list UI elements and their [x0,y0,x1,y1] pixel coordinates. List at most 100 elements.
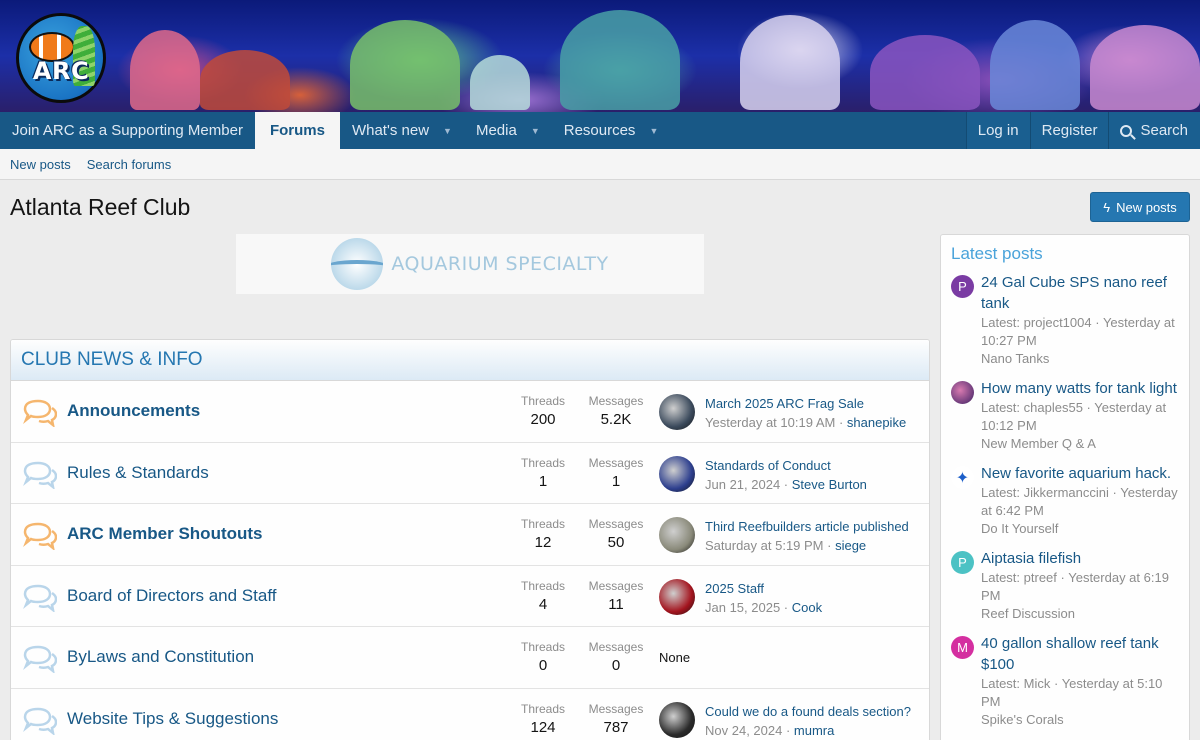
new-posts-link[interactable]: New posts [10,157,71,172]
threads-label: Threads [520,394,566,408]
sidebar-title: Latest posts [951,244,1043,263]
latest-post-title[interactable]: New favorite aquarium hack. [981,463,1179,484]
forum-icon[interactable] [21,461,58,490]
threads-label: Threads [520,455,566,470]
messages-count: 1 [611,472,621,490]
avatar[interactable]: P [951,275,974,298]
nav-label: Join ARC as a Supporting Member [12,122,243,139]
latest-post-user[interactable]: Jikkermanccini [1024,485,1109,500]
avatar[interactable]: P [951,551,974,574]
last-post-title[interactable]: March 2025 ARC Frag Sale [705,396,864,411]
coral-decoration [470,55,530,110]
avatar[interactable] [659,578,695,615]
latest-post-title[interactable]: 24 Gal Cube SPS nano reef tank [981,272,1179,314]
avatar[interactable] [659,517,695,553]
messages-label: Messages [588,640,644,654]
last-post-date[interactable]: Nov 24, 2024 [705,723,782,738]
threads-count: 0 [538,657,548,674]
advertisement-banner[interactable]: AQUARIUM SPECIALTY [236,234,704,294]
avatar[interactable]: ✦ [951,466,974,489]
messages-count: 787 [603,718,629,736]
latest-post-title[interactable]: 40 gallon shallow reef tank $100 [981,633,1179,675]
latest-post-meta: Latest: project1004 · Yesterday at 10:27… [981,315,1175,348]
forum-icon[interactable] [21,645,58,675]
threads-count: 1 [538,472,548,490]
forum-node-title[interactable]: Board of Directors and Staff [67,586,276,606]
forum-node-title[interactable]: ByLaws and Constitution [67,647,254,667]
nav-resources[interactable]: Resources ▼ [552,112,671,149]
last-post-title[interactable]: Third Reefbuilders article published [705,519,909,534]
chevron-down-icon[interactable]: ▼ [649,126,658,136]
last-post-date[interactable]: Jan 15, 2025 [705,600,780,615]
login-button[interactable]: Log in [965,112,1030,149]
forum-node-title[interactable]: Announcements [67,401,200,421]
latest-post-item: M 40 gallon shallow reef tank $100 Latest:… [941,633,1189,729]
latest-post-meta: Latest: chaples55 · Yesterday at 10:12 P… [981,400,1167,433]
threads-stat: Threads 200 [508,394,578,428]
site-logo[interactable]: ARC [16,13,106,103]
latest-post-user[interactable]: chaples55 [1024,400,1083,415]
latest-post-forum[interactable]: New Member Q & A [981,435,1179,453]
nav-join-arc[interactable]: Join ARC as a Supporting Member [0,112,255,149]
last-post-date[interactable]: Yesterday at 10:19 AM [705,415,835,430]
category-header: CLUB NEWS & INFO [11,340,929,381]
latest-post-forum[interactable]: Nano Tanks [981,350,1179,368]
nav-media[interactable]: Media ▼ [464,112,552,149]
latest-post-title[interactable]: Aiptasia filefish [981,548,1179,569]
latest-post-title[interactable]: How many watts for tank light [981,378,1179,399]
forum-node-title[interactable]: Rules & Standards [67,463,209,483]
threads-stat: Threads 124 [508,702,578,736]
latest-prefix: Latest: [981,676,1021,691]
search-icon [1120,124,1133,137]
coral-decoration [130,30,200,110]
last-post-user[interactable]: Steve Burton [792,477,867,492]
nav-forums[interactable]: Forums [254,112,340,149]
figure-icon: ✦ [955,469,970,487]
forum-node-title[interactable]: Website Tips & Suggestions [67,709,278,729]
avatar[interactable] [659,701,695,738]
latest-post-item: How many watts for tank light Latest: cha… [941,378,1189,453]
last-post-user[interactable]: Cook [792,600,822,615]
last-post-title[interactable]: Standards of Conduct [705,458,831,473]
last-post-meta: Jun 21, 2024 · Steve Burton [705,476,867,492]
last-post-title[interactable]: Could we do a found deals section? [705,704,911,719]
latest-prefix: Latest: [981,570,1021,585]
latest-post-forum[interactable]: Reef Discussion [981,605,1179,623]
latest-post-user[interactable]: project1004 [1024,315,1092,330]
last-post-user[interactable]: siege [835,538,866,553]
latest-post-meta: Latest: ptreef · Yesterday at 6:19 PM [981,570,1169,603]
messages-label: Messages [588,455,644,470]
last-post-user[interactable]: shanepike [847,415,906,430]
latest-post-forum[interactable]: Do It Yourself [981,520,1179,538]
latest-post-user[interactable]: ptreef [1024,570,1057,585]
search-button[interactable]: Search [1108,112,1200,149]
latest-post-forum[interactable]: Spike's Corals [981,711,1179,729]
avatar[interactable] [659,394,695,430]
messages-count: 0 [611,657,621,674]
chevron-down-icon[interactable]: ▼ [443,126,452,136]
forum-node-title[interactable]: ARC Member Shoutouts [67,524,263,544]
chevron-down-icon[interactable]: ▼ [531,126,540,136]
register-button[interactable]: Register [1029,112,1109,149]
latest-post-user[interactable]: Mick [1024,676,1051,691]
avatar[interactable]: M [951,636,974,659]
avatar[interactable] [659,455,695,492]
last-post-title[interactable]: 2025 Staff [705,581,764,596]
coral-decoration [1090,25,1200,110]
avatar-letter: M [957,640,968,655]
forum-icon[interactable] [21,707,58,736]
nav-label: Resources [563,122,636,139]
last-post-date[interactable]: Saturday at 5:19 PM [705,538,824,553]
last-post-user[interactable]: mumra [794,723,834,738]
unread-forum-icon[interactable] [21,522,58,552]
nav-whats-new[interactable]: What's new ▼ [340,112,464,149]
avatar[interactable] [951,381,974,404]
search-forums-link[interactable]: Search forums [87,157,172,172]
no-last-post: None [659,650,691,665]
category-title[interactable]: CLUB NEWS & INFO [21,349,203,371]
threads-count: 200 [530,411,556,428]
forum-icon[interactable] [21,584,58,613]
last-post-date[interactable]: Jun 21, 2024 [705,477,780,492]
unread-forum-icon[interactable] [21,399,58,429]
new-posts-button[interactable]: ϟ New posts [1090,192,1190,222]
